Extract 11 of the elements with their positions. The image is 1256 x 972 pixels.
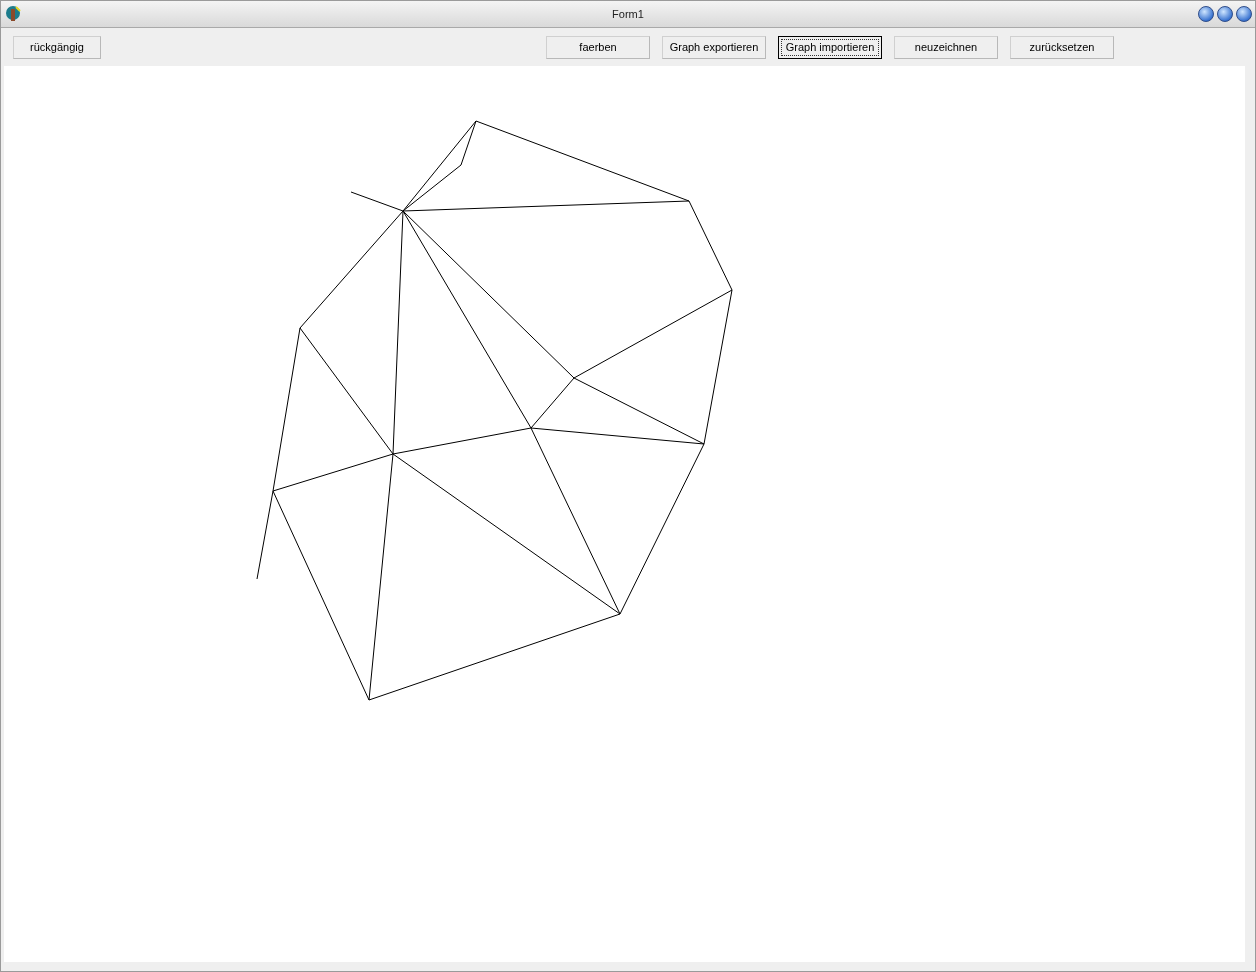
window-title: Form1 bbox=[612, 7, 644, 20]
minimize-button[interactable] bbox=[1198, 6, 1214, 22]
toolbar-button[interactable]: zurücksetzen bbox=[1010, 35, 1114, 59]
toolbar-button[interactable]: Graph exportieren bbox=[662, 35, 766, 59]
app-icon bbox=[4, 5, 22, 23]
close-button[interactable] bbox=[1236, 6, 1252, 22]
toolbar-button[interactable]: rückgängig bbox=[13, 35, 101, 59]
toolbar-button[interactable]: neuzeichnen bbox=[894, 35, 998, 59]
toolbar-button[interactable]: faerben bbox=[546, 35, 650, 59]
toolbar-button[interactable]: Graph importieren bbox=[778, 35, 882, 59]
maximize-button[interactable] bbox=[1217, 6, 1233, 22]
